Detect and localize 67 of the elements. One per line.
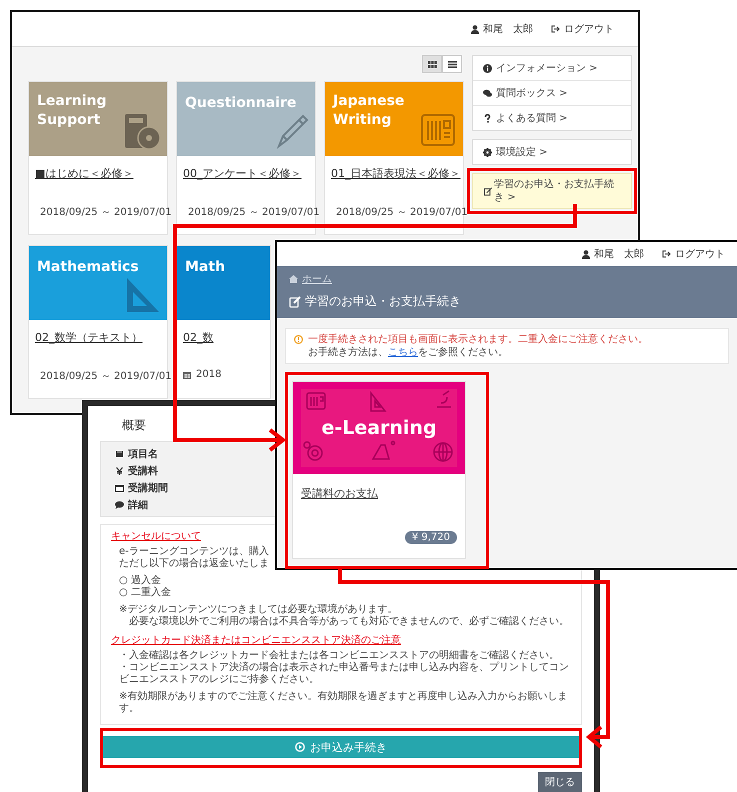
- policy-text: e-ラーニングコンテンツは、購入: [119, 546, 270, 558]
- gear-icon: [483, 148, 492, 156]
- calendar-icon: [115, 484, 124, 492]
- warning-text: 一度手続きされた項目も画面に表示されます。二重入金にご注意ください。: [308, 333, 648, 346]
- user-name: 和尾 太郎: [594, 248, 644, 261]
- course-banner-title: Questionnaire: [185, 94, 296, 113]
- payment-note-text: ・コンビニエンスストア決済の場合は表示された申込番号または申し込み内容を、プリントしてコンビニエンスストアのレジにご持参ください。: [119, 662, 570, 686]
- edit-icon: [484, 186, 492, 196]
- policy-text: ただし以下の場合は返金いたしま: [119, 558, 270, 570]
- sidebar-item[interactable]: よくある質問 >: [473, 106, 631, 130]
- question-icon: [483, 114, 492, 122]
- field-label: 受講料: [128, 464, 158, 478]
- course-title-link[interactable]: 01_日本語表現法＜必修＞: [331, 167, 460, 180]
- logout-link[interactable]: ログアウト: [551, 22, 614, 36]
- refund-case-text: ○ 二重入金: [119, 587, 172, 599]
- speech-bubble-icon: [115, 500, 124, 508]
- logout-icon: [551, 25, 560, 33]
- user-icon: [471, 24, 479, 34]
- note-text: ※デジタルコンテンツにつきましては必要な環境があります。: [119, 604, 398, 616]
- help-text: お手続き方法は、こちら をご参照ください。: [307, 346, 509, 359]
- calendar-icon: [183, 370, 191, 378]
- course-banner-title: Mathematics: [37, 258, 139, 277]
- payment-card[interactable]: e-Learning 受講料のお支払 ¥ 9,720: [292, 381, 466, 559]
- sidebar-item[interactable]: 環境設定 >: [473, 140, 631, 164]
- list-view-button[interactable]: [442, 55, 462, 73]
- user-name: 和尾 太郎: [483, 22, 533, 36]
- help-link[interactable]: こちら: [388, 347, 418, 358]
- course-card[interactable]: Math 02_数 2018: [176, 245, 271, 399]
- user-icon: [582, 250, 590, 258]
- grid-view-button[interactable]: [422, 55, 442, 73]
- info-icon: [483, 64, 492, 72]
- price-badge: ¥ 9,720: [404, 531, 457, 544]
- yen-icon: [115, 466, 124, 474]
- payment-title-link[interactable]: 受講料のお支払: [301, 487, 378, 500]
- field-label: 項目名: [128, 448, 158, 460]
- close-button[interactable]: 閉じる: [538, 772, 582, 792]
- grid-icon: [428, 60, 436, 68]
- play-circle-icon: [295, 742, 305, 752]
- course-banner-title: e-Learning: [321, 417, 437, 439]
- field-label: 受講期間: [128, 482, 168, 494]
- sidebar-item[interactable]: インフォメーション >: [473, 56, 631, 81]
- course-title-link[interactable]: 02_数: [183, 331, 214, 344]
- sidebar-item[interactable]: 質問ボックス >: [473, 81, 631, 106]
- cancel-policy-link[interactable]: キャンセルについて: [111, 531, 201, 543]
- warning-icon: [294, 335, 303, 344]
- course-title-link[interactable]: 00_アンケート＜必修＞: [183, 167, 302, 180]
- logout-link[interactable]: ログアウト: [662, 247, 725, 261]
- payment-notice-link[interactable]: クレジットカード決済またはコンビニエンスストア決済のご注意: [111, 635, 401, 647]
- chat-icon: [483, 88, 492, 98]
- expiry-note-text: ※有効期限がありますのでご注意ください。有効期限を過ぎますと再度申し込み入力からお願いします。: [119, 691, 568, 715]
- field-label: 詳細: [128, 498, 148, 512]
- course-title-link[interactable]: 02_数学（テキスト）: [35, 331, 142, 344]
- dialog-heading: 概要: [122, 418, 146, 432]
- edit-icon: [289, 296, 301, 308]
- logout-icon: [662, 250, 671, 258]
- note-text: 必要な環境以外でご利用の場合は不具合等があっても対応できませんので、必ずご確認ください。: [128, 616, 570, 628]
- course-period: 2018: [196, 369, 222, 380]
- course-banner-title: Math: [185, 258, 226, 277]
- course-title-link[interactable]: ■はじめに＜必修＞: [35, 167, 134, 180]
- course-banner-title: Japanese Writing: [333, 92, 404, 130]
- payment-note-text: ・入金確認は各クレジットカード会社または各コンビニエンスストアの明細書をご確認ください。: [119, 650, 560, 662]
- course-banner-title: Learning Support: [37, 92, 107, 130]
- refund-case-text: ○ 過入金: [119, 575, 162, 586]
- list-icon: [448, 60, 456, 68]
- page-title: 学習のお申込・お支払手続き: [305, 293, 461, 310]
- book-icon: [115, 450, 124, 458]
- home-icon: [289, 275, 298, 283]
